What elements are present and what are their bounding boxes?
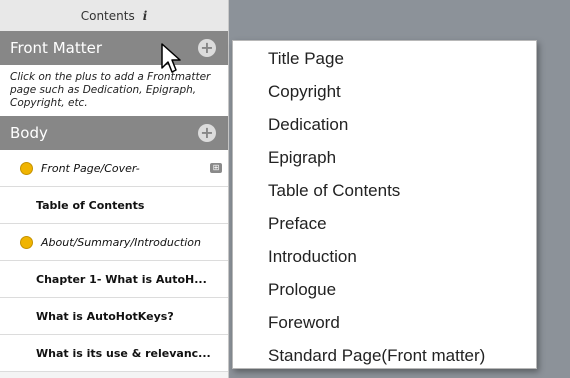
menu-item-prologue[interactable]: Prologue — [233, 273, 536, 306]
status-dot-icon — [20, 236, 33, 249]
menu-item-epigraph[interactable]: Epigraph — [233, 141, 536, 174]
list-item[interactable]: Table of Contents — [0, 187, 228, 224]
menu-item-introduction[interactable]: Introduction — [233, 240, 536, 273]
list-item-label: Chapter 1- What is AutoH... — [36, 272, 207, 286]
contents-title: Contents — [80, 8, 135, 23]
info-icon[interactable]: i — [143, 9, 148, 23]
menu-item-copyright[interactable]: Copyright — [233, 75, 536, 108]
body-section[interactable]: Body + — [0, 116, 228, 150]
list-item[interactable]: What is its use & relevanc... — [0, 335, 228, 372]
list-item[interactable]: Front Page/Cover- ⊞ — [0, 150, 228, 187]
menu-item-dedication[interactable]: Dedication — [233, 108, 536, 141]
mouse-pointer-icon — [161, 43, 181, 73]
contents-sidebar: Contents i Front Matter + Click on the p… — [0, 0, 229, 378]
status-dot-icon — [20, 162, 33, 175]
drag-handle-icon[interactable]: ⊞ — [210, 163, 222, 173]
list-item[interactable]: About/Summary/Introduction — [0, 224, 228, 261]
menu-item-foreword[interactable]: Foreword — [233, 306, 536, 339]
body-title: Body — [10, 124, 48, 142]
list-item[interactable]: What is AutoHotKeys? — [0, 298, 228, 335]
menu-item-title-page[interactable]: Title Page — [233, 42, 536, 75]
menu-item-preface[interactable]: Preface — [233, 207, 536, 240]
list-item-label: About/Summary/Introduction — [41, 235, 201, 249]
menu-item-table-of-contents[interactable]: Table of Contents — [233, 174, 536, 207]
list-item-label: Front Page/Cover- — [41, 161, 140, 175]
list-item-label: What is its use & relevanc... — [36, 346, 211, 360]
front-matter-hint: Click on the plus to add a Frontmatter p… — [0, 65, 228, 116]
menu-item-standard-page[interactable]: Standard Page(Front matter) — [233, 339, 536, 372]
contents-header: Contents i — [0, 0, 228, 31]
front-matter-title: Front Matter — [10, 39, 102, 57]
list-item-label: Table of Contents — [36, 198, 145, 212]
front-matter-section[interactable]: Front Matter + — [0, 31, 228, 65]
add-body-page-button[interactable]: + — [198, 124, 216, 142]
front-matter-dropdown-menu: Title Page Copyright Dedication Epigraph… — [232, 40, 537, 369]
list-item-label: What is AutoHotKeys? — [36, 309, 174, 323]
add-front-matter-button[interactable]: + — [198, 39, 216, 57]
list-item[interactable]: Chapter 1- What is AutoH... — [0, 261, 228, 298]
